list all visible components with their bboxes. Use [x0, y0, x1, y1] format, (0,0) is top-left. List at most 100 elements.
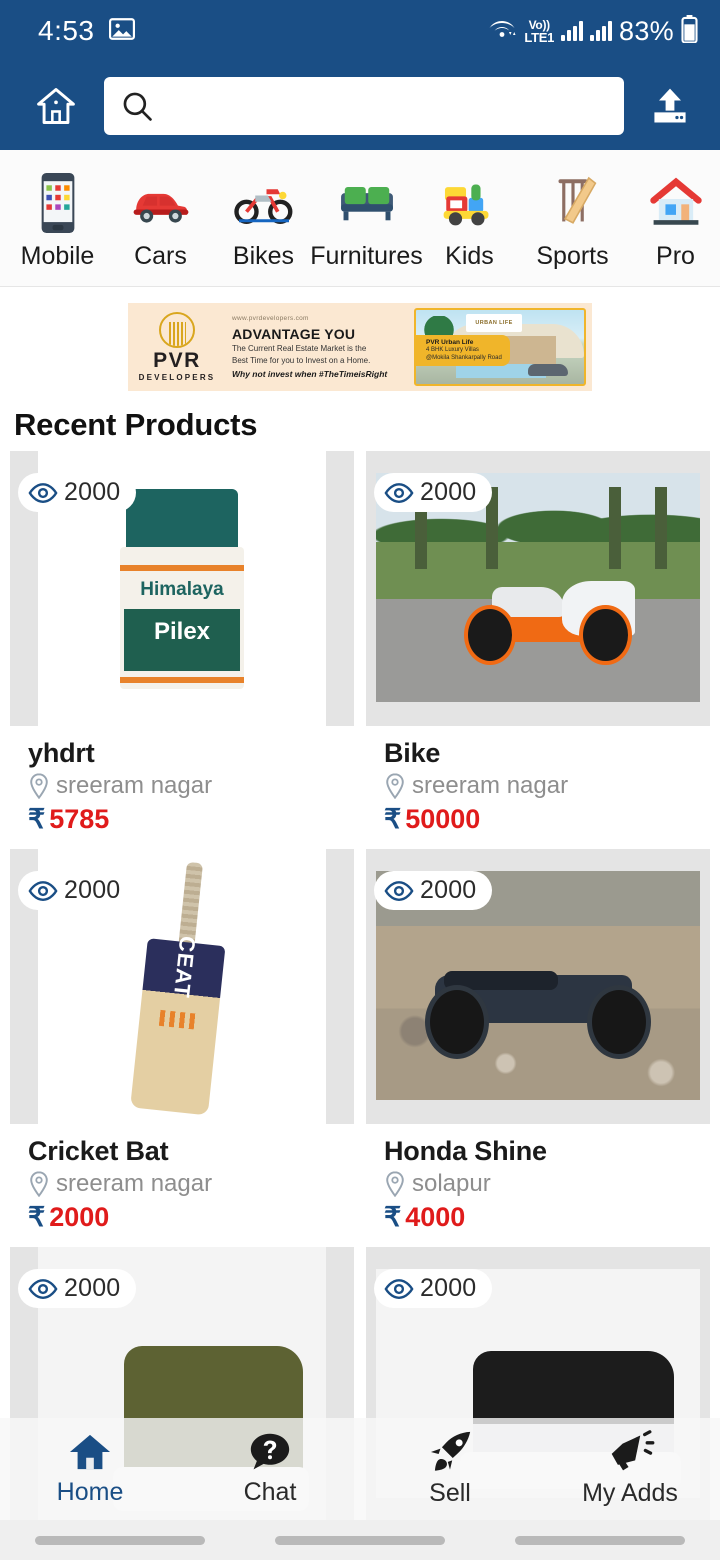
category-item-bikes[interactable]: Bikes [212, 166, 315, 271]
nav-item-chat[interactable]: Chat [180, 1431, 360, 1507]
price-value: 2000 [49, 1202, 110, 1232]
product-info: Bike sreeram nagar ₹ 50000 [366, 726, 710, 835]
search-bar[interactable] [104, 77, 624, 135]
product-card[interactable]: CEAT 2000 Cricket Bat sreeram nagar ₹ 20… [10, 849, 354, 1233]
product-card[interactable]: 2000 Honda Shine solapur ₹ 4000 [366, 849, 710, 1233]
banner-cta: Why not invest when #TheTimeisRight [232, 369, 388, 379]
product-location: solapur [384, 1170, 710, 1198]
category-label: Mobile [20, 241, 95, 270]
currency-symbol: ₹ [384, 804, 402, 834]
product-title: Honda Shine [384, 1136, 547, 1166]
category-item-properties[interactable]: Pro [624, 166, 720, 271]
app-bar [0, 62, 720, 150]
category-strip[interactable]: Mobile Cars Bikes Furnitures Kids Sports… [0, 150, 720, 287]
view-count-badge: 2000 [374, 1269, 493, 1308]
view-count: 2000 [64, 1274, 121, 1302]
banner-brand-logo: PVR DEVELOPERS [128, 312, 226, 382]
product-location: sreeram nagar [384, 772, 710, 800]
banner-project-image: URBAN LIFE PVR Urban Life 4 BHK Luxury V… [414, 308, 586, 386]
currency-symbol: ₹ [28, 1202, 46, 1232]
banner-tag-line1: PVR Urban Life [426, 338, 474, 346]
search-input[interactable] [154, 77, 608, 135]
nav-label: My Adds [582, 1479, 678, 1507]
status-bar-right: Vo)) LTE1 83% [487, 14, 698, 48]
system-gesture-bar[interactable] [0, 1520, 720, 1560]
product-card[interactable]: 2000 Bike sreeram nagar ₹ 50000 [366, 451, 710, 835]
cricket-bat-icon [545, 172, 601, 234]
car-icon [131, 172, 191, 234]
gesture-handle[interactable] [275, 1535, 445, 1545]
view-count: 2000 [420, 478, 477, 506]
section-title: Recent Products [14, 407, 258, 442]
product-location: sreeram nagar [28, 772, 354, 800]
category-label: Pro [656, 241, 695, 270]
banner-headline: ADVANTAGE YOU [232, 326, 356, 342]
toy-train-icon [441, 172, 499, 234]
eye-icon [384, 482, 414, 503]
nav-label: Sell [429, 1479, 471, 1507]
product-price: ₹ 2000 [28, 1202, 354, 1233]
category-label: Sports [536, 241, 609, 270]
volte-bottom-label: LTE1 [524, 29, 555, 45]
banner-body-line2: Best Time for you to Invest on a Home. [232, 356, 371, 365]
status-time: 4:53 [38, 15, 95, 46]
product-price: ₹ 5785 [28, 804, 354, 835]
nav-item-sell[interactable]: Sell [360, 1430, 540, 1508]
currency-symbol: ₹ [28, 804, 46, 834]
bottom-navigation: Home Chat Sell My Adds [0, 1418, 720, 1520]
product-location-text: solapur [412, 1170, 491, 1197]
category-item-mobile[interactable]: Mobile [6, 166, 109, 271]
price-value: 5785 [49, 804, 110, 834]
question-chat-icon [250, 1433, 290, 1470]
view-count: 2000 [420, 1274, 477, 1302]
category-label: Kids [445, 241, 494, 270]
home-button[interactable] [28, 78, 84, 134]
product-location-text: sreeram nagar [56, 772, 213, 799]
product-image[interactable]: 2000 [366, 451, 710, 726]
category-label: Cars [134, 241, 187, 270]
eye-icon [28, 1278, 58, 1299]
nav-item-my-adds[interactable]: My Adds [540, 1430, 720, 1508]
nav-label: Home [56, 1478, 124, 1506]
category-item-kids[interactable]: Kids [418, 166, 521, 271]
category-item-sports[interactable]: Sports [521, 166, 624, 271]
product-location: sreeram nagar [28, 1170, 354, 1198]
category-item-furnitures[interactable]: Furnitures [310, 166, 423, 271]
nav-item-home[interactable]: Home [0, 1431, 180, 1507]
product-image[interactable]: 2000 [366, 849, 710, 1124]
view-count-badge: 2000 [18, 473, 137, 512]
location-pin-icon [30, 1171, 48, 1197]
mobile-phone-icon [36, 172, 80, 234]
price-value: 4000 [405, 1202, 466, 1232]
eye-icon [384, 880, 414, 901]
product-title: Bike [384, 738, 441, 768]
product-image[interactable]: CEAT 2000 [10, 849, 354, 1124]
gesture-handle[interactable] [515, 1535, 685, 1545]
product-price: ₹ 4000 [384, 1202, 710, 1233]
banner-ad[interactable]: PVR DEVELOPERS www.pvrdevelopers.com ADV… [128, 303, 592, 391]
rocket-icon [430, 1431, 471, 1471]
search-icon [120, 89, 154, 123]
banner-tag-line2: 4 BHK Luxury Villas [426, 346, 479, 353]
upload-button[interactable] [640, 77, 700, 135]
view-count: 2000 [64, 478, 121, 506]
location-pin-icon [386, 773, 404, 799]
home-icon [37, 88, 75, 124]
banner-project-logo-text: URBAN LIFE [475, 320, 513, 326]
product-card[interactable]: Himalaya Pilex 2000 yhdrt sreeram nagar … [10, 451, 354, 835]
eye-icon [28, 880, 58, 901]
upload-icon [654, 88, 686, 123]
product-price: ₹ 50000 [384, 804, 710, 835]
price-value: 50000 [405, 804, 481, 834]
megaphone-icon [611, 1430, 655, 1471]
gesture-handle[interactable] [35, 1535, 205, 1545]
image-icon [108, 17, 135, 45]
product-location-text: sreeram nagar [56, 1170, 213, 1197]
house-icon [647, 172, 705, 234]
status-bar-left: 4:53 [38, 15, 135, 47]
banner-brand: PVR [153, 349, 201, 372]
product-image[interactable]: Himalaya Pilex 2000 [10, 451, 354, 726]
product-info: yhdrt sreeram nagar ₹ 5785 [10, 726, 354, 835]
category-item-cars[interactable]: Cars [109, 166, 212, 271]
view-count: 2000 [420, 876, 477, 904]
